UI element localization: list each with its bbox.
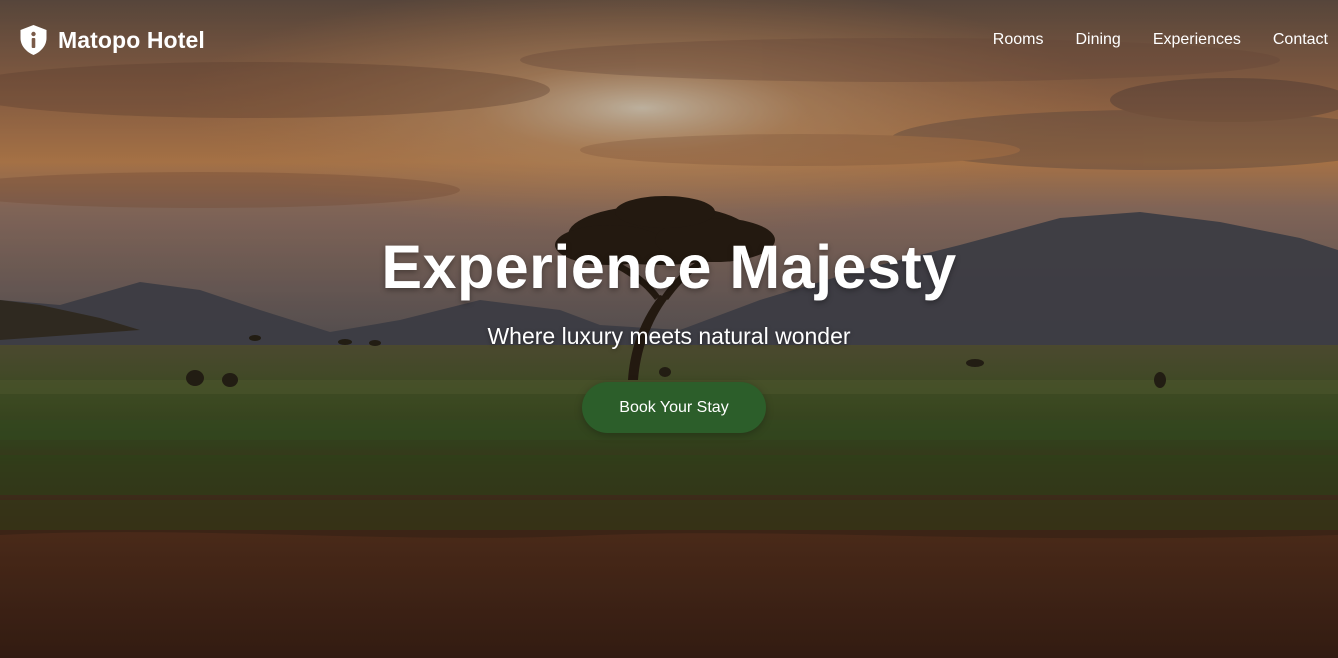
nav-link-rooms[interactable]: Rooms (993, 28, 1044, 52)
nav-link-experiences[interactable]: Experiences (1153, 28, 1241, 52)
nav-menu: Rooms Dining Experiences Contact (961, 28, 1328, 52)
brand-logo-link[interactable]: Matopo Hotel (20, 25, 205, 55)
hero-content: Experience Majesty Where luxury meets na… (0, 228, 1338, 351)
hero-subtitle: Where luxury meets natural wonder (487, 323, 851, 349)
nav-link-dining[interactable]: Dining (1075, 28, 1120, 52)
brand-name: Matopo Hotel (58, 27, 205, 53)
hero-title: Experience Majesty (381, 233, 957, 301)
book-your-stay-button[interactable]: Book Your Stay (582, 382, 766, 433)
nav-link-contact[interactable]: Contact (1273, 28, 1328, 52)
top-navbar: Matopo Hotel Rooms Dining Experiences Co… (0, 0, 1338, 80)
hero-section: Matopo Hotel Rooms Dining Experiences Co… (0, 0, 1338, 658)
shield-info-icon (20, 25, 47, 55)
